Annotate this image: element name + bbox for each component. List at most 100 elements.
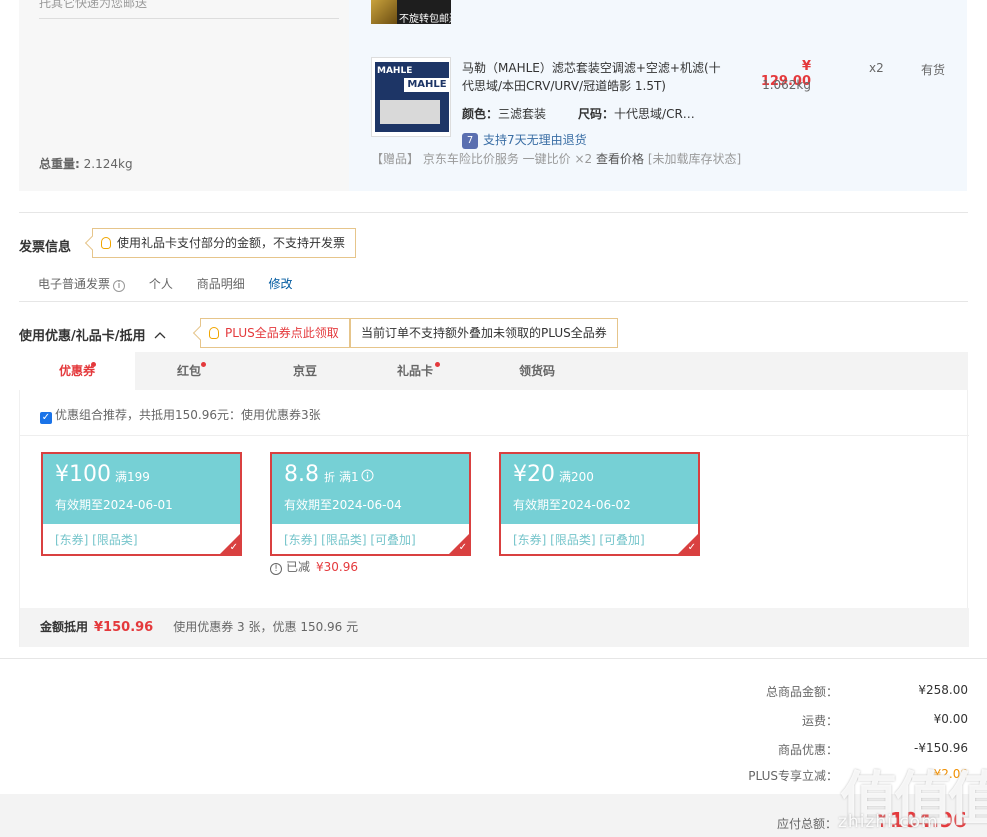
color-value: 三滤套装 [498, 107, 547, 121]
checkbox-checked-icon[interactable]: ✓ [40, 412, 52, 424]
tab-coupons[interactable]: 优惠券 [19, 352, 135, 390]
coupon-amount: ¥100 满199 [55, 462, 150, 487]
coupon-tags: [东券] [限品类] [可叠加] [284, 533, 416, 547]
discount-title[interactable]: 使用优惠/礼品卡/抵用 [19, 325, 166, 344]
product-thumbnail [371, 0, 397, 24]
return-text: 支持7天无理由退货 [483, 133, 587, 147]
plus-coupon-link[interactable]: PLUS全品券点此领取 [225, 326, 339, 340]
gift-line: 【赠品】 京东车险比价服务 一键比价 ×2 查看价格 [未加载库存状态] [371, 150, 741, 167]
tip-arrow [192, 325, 208, 341]
coupon-value: ¥20 [513, 462, 555, 487]
view-price-link[interactable]: 查看价格 [596, 152, 644, 166]
product-list: 不旋转包邮送 MAHLE MAHLE 马勒（MAHLE）滤芯套装空调滤+空滤+机… [349, 0, 967, 191]
coupon-face: ¥100 满199 有效期至2024-06-01 [43, 454, 240, 524]
invoice-title: 发票信息 [19, 240, 72, 255]
tab-gift-cards[interactable]: 礼品卡 [363, 352, 467, 390]
coupon-face: 8.8 折满1 有效期至2024-06-04 [272, 454, 469, 524]
total-weight: 总重量: 2.124kg [39, 155, 133, 172]
coupon-amount: ¥20 满200 [513, 462, 594, 487]
coupon-face: ¥20 满200 有效期至2024-06-02 [501, 454, 698, 524]
product-weight: 1.062kg [762, 78, 811, 92]
coupon-card[interactable]: 8.8 折满1 有效期至2024-06-04 [东券] [限品类] [可叠加] ✓ [270, 452, 471, 556]
combo-text: 优惠组合推荐，共抵用150.96元：使用优惠券3张 [55, 408, 321, 422]
checkmark-icon: ✓ [458, 542, 467, 553]
summary-label: 金额抵用 [40, 620, 89, 634]
color-label: 颜色： [462, 107, 499, 121]
payable-label: 应付总额： [776, 817, 837, 831]
coupon-panel: ✓ 优惠组合推荐，共抵用150.96元：使用优惠券3张 ¥100 满199 有效期至… [19, 390, 969, 647]
plus-note-text: 当前订单不支持额外叠加未领取的PLUS全品券 [361, 326, 607, 340]
product-title[interactable]: 马勒（MAHLE）滤芯套装空调滤+空滤+机滤(十代思域/本田CRV/URV/冠道… [462, 59, 722, 95]
summary-value: ¥150.96 [94, 620, 154, 635]
plus-coupon-tip[interactable]: PLUS全品券点此领取 [192, 318, 350, 348]
gift-tag: 【赠品】 [371, 152, 420, 166]
new-dot [435, 362, 440, 367]
ship-note: 托其它快递为您邮送 [39, 0, 148, 10]
info-icon[interactable]: i [113, 280, 126, 292]
tab-label: 礼品卡 [396, 364, 433, 378]
invoice-tip-text: 使用礼品卡支付部分的金额，不支持开发票 [117, 236, 346, 250]
plus-coupon-note: 当前订单不支持额外叠加未领取的PLUS全品券 [350, 318, 618, 348]
product-attributes: 颜色：三滤套装 尺码：十代思域/CR… [462, 105, 695, 122]
previous-product-image[interactable]: 不旋转包邮送 [371, 0, 451, 24]
total-label: PLUS专享立减： [748, 769, 838, 783]
reduced-amount: ! 已减 ¥30.96 [270, 558, 358, 575]
invoice-details: 电子普通发票 i 个人 商品明细 修改 [38, 275, 313, 292]
coupon-tags: [东券] [限品类] [55, 533, 138, 547]
invoice-type-label: 电子普通发票 [38, 277, 111, 291]
coupon-card[interactable]: ¥100 满199 有效期至2024-06-01 [东券] [限品类] ✓ [41, 452, 242, 556]
info-icon[interactable] [361, 469, 374, 482]
summary-note: 使用优惠券 3 张，优惠 150.96 元 [173, 620, 359, 634]
combo-recommend[interactable]: ✓ 优惠组合推荐，共抵用150.96元：使用优惠券3张 [40, 406, 321, 424]
checkmark-icon: ✓ [229, 542, 238, 553]
coupon-tags: [东券] [限品类] [可叠加] [513, 533, 645, 547]
tab-red-packets[interactable]: 红包 [135, 352, 243, 390]
coupon-condition: 满1 [339, 470, 359, 484]
watermark-url: zhizhi.com [838, 812, 939, 832]
product-image[interactable]: MAHLE MAHLE [371, 57, 451, 137]
invoice-person: 个人 [148, 277, 173, 291]
invoice-type: 电子普通发票 i [38, 277, 126, 292]
invoice-tip: 使用礼品卡支付部分的金额，不支持开发票 [84, 228, 357, 258]
brand-logo-small: MAHLE [377, 66, 413, 76]
gift-text: 京东车险比价服务 一键比价 ×2 [422, 152, 593, 166]
return-policy[interactable]: 7 支持7天无理由退货 [462, 131, 587, 149]
coupon-validity: 有效期至2024-06-02 [513, 498, 631, 512]
tab-label: 领货码 [518, 364, 555, 378]
tab-jd-beans[interactable]: 京豆 [255, 352, 355, 390]
coupon-value: 8.8 [284, 462, 319, 487]
total-row: 总商品金额： ¥258.00 [600, 683, 968, 703]
coupon-condition: 满200 [559, 470, 594, 484]
divider [39, 18, 339, 19]
tab-pickup-code[interactable]: 领货码 [483, 352, 591, 390]
return-badge-icon: 7 [462, 132, 478, 149]
new-dot [201, 362, 206, 367]
weight-label: 总重量: [39, 157, 80, 171]
discount-title-text: 使用优惠/礼品卡/抵用 [19, 329, 146, 344]
coupon-validity: 有效期至2024-06-01 [55, 498, 173, 512]
discount-summary: 金额抵用 ¥150.96 使用优惠券 3 张，优惠 150.96 元 [20, 608, 969, 647]
total-value: ¥258.00 [918, 683, 968, 697]
divider [20, 435, 969, 436]
chevron-up-icon[interactable] [154, 330, 166, 340]
total-label: 运费： [801, 714, 838, 728]
total-row: 运费： ¥0.00 [600, 712, 968, 732]
stock-load-status: [未加载库存状态] [647, 152, 742, 166]
tab-label: 优惠券 [58, 364, 95, 378]
coupon-card[interactable]: ¥20 满200 有效期至2024-06-02 [东券] [限品类] [可叠加] … [499, 452, 700, 556]
coupon-condition: 满199 [115, 470, 150, 484]
coupon-validity: 有效期至2024-06-04 [284, 498, 402, 512]
filter-picture [380, 100, 440, 124]
edit-invoice-link[interactable]: 修改 [269, 277, 293, 291]
coupon-value: ¥100 [55, 462, 111, 487]
stock-status: 有货 [921, 63, 946, 77]
reduced-label: 已减 [286, 560, 311, 574]
total-label: 商品优惠： [777, 743, 838, 757]
brand-logo: MAHLE [404, 78, 450, 92]
tip-arrow [84, 235, 100, 251]
shipping-summary: 托其它快递为您邮送 总重量: 2.124kg [19, 0, 349, 191]
tab-label: 红包 [176, 364, 201, 378]
coupon-amount: 8.8 折满1 [284, 462, 374, 487]
discount-tabs: 优惠券 红包 京豆 礼品卡 领货码 [19, 352, 968, 390]
product-quantity: x2 [869, 61, 884, 75]
